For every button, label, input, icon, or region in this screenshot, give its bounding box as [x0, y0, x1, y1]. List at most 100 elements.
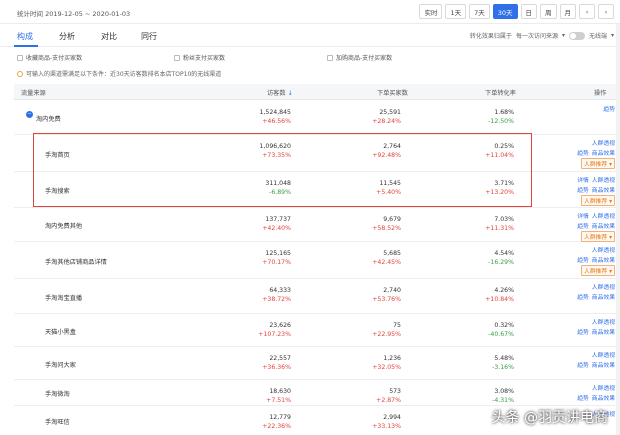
- crowd-recommend-button[interactable]: 人群推荐 ▾: [581, 195, 615, 206]
- action-link[interactable]: 趋势: [577, 393, 589, 402]
- action-link[interactable]: 趋势: [577, 292, 589, 301]
- sort-down-icon[interactable]: ↓: [288, 90, 293, 97]
- row-actions: 人群透视 趋势 商品效果: [577, 383, 615, 402]
- source-name[interactable]: 淘内免费其他: [45, 221, 82, 230]
- info-icon: [17, 70, 23, 77]
- action-link[interactable]: 人群透视: [592, 282, 615, 291]
- source-name[interactable]: 天猫小黑盒: [45, 327, 76, 336]
- wireless-label: 无线端: [588, 33, 607, 40]
- source-name[interactable]: 手淘淘宝直播: [45, 293, 82, 302]
- action-link[interactable]: 趋势: [577, 148, 589, 157]
- source-name[interactable]: 手淘其他店铺商品详情: [45, 257, 107, 266]
- buyers-change: +28.24%: [372, 118, 401, 125]
- wireless-toggle[interactable]: [568, 31, 585, 40]
- crowd-recommend-label: 人群推荐: [584, 235, 608, 241]
- checkbox-fav-buyers[interactable]: 收藏商品-支付买家数: [17, 53, 82, 62]
- action-link[interactable]: 趋势: [577, 185, 589, 194]
- tab-2[interactable]: 对比: [101, 31, 117, 42]
- crowd-recommend-button[interactable]: 人群推荐 ▾: [581, 231, 615, 242]
- action-link[interactable]: 详情: [577, 211, 589, 220]
- action-link[interactable]: 商品效果: [592, 221, 615, 230]
- action-link[interactable]: 趋势: [577, 221, 589, 230]
- action-link[interactable]: 趋势: [577, 255, 589, 264]
- top-bar: 统计时间 2019-12-05 ~ 2020-01-03 实时 1天 7天 30天日周…: [0, 0, 620, 24]
- checkbox-icon[interactable]: [174, 54, 180, 61]
- action-link[interactable]: 趋势: [577, 327, 589, 336]
- checkbox-icon[interactable]: [17, 54, 23, 61]
- action-link[interactable]: 商品效果: [592, 327, 615, 336]
- checkbox-fan-buyers[interactable]: 粉丝支付买家数: [174, 53, 225, 62]
- source-name[interactable]: 手淘微淘: [45, 389, 70, 398]
- action-link[interactable]: 人群透视: [592, 245, 615, 254]
- collapse-icon[interactable]: −: [26, 111, 33, 118]
- table-row: 手淘微淘 18,630 +7.51% 573 +2.87% 3.08% -4.31% 人群透视…: [14, 380, 620, 406]
- action-link[interactable]: 商品效果: [592, 393, 615, 402]
- action-link[interactable]: 趋势: [603, 104, 615, 113]
- range-button[interactable]: ‹: [579, 4, 595, 19]
- table-header: 流量来源 访客数 ↓ 下单买家数 下单转化率 操作: [14, 84, 620, 100]
- range-button[interactable]: 周: [540, 4, 557, 19]
- source-name[interactable]: 手淘问大家: [45, 360, 76, 369]
- range-button[interactable]: 30天: [492, 4, 518, 19]
- buyers-value: 5,685: [383, 250, 401, 257]
- range-button[interactable]: 月: [559, 4, 576, 19]
- range-button[interactable]: 7天: [469, 4, 490, 19]
- attribution-label: 转化效果归属于: [469, 33, 512, 40]
- visitors-change: +38.72%: [262, 296, 291, 303]
- chevron-down-icon[interactable]: ▾: [562, 32, 565, 39]
- action-link[interactable]: 人群透视: [592, 383, 615, 392]
- action-link[interactable]: 商品效果: [592, 185, 615, 194]
- rate-value: 4.54%: [494, 250, 514, 257]
- date-range-label: 统计时间 2019-12-05 ~ 2020-01-03: [17, 10, 131, 18]
- action-link[interactable]: 商品效果: [592, 255, 615, 264]
- range-button[interactable]: ›: [598, 4, 614, 19]
- buyers-value: 75: [393, 322, 401, 329]
- action-link[interactable]: 趋势: [577, 360, 589, 369]
- crowd-recommend-button[interactable]: 人群推荐 ▾: [581, 158, 615, 169]
- tab-1[interactable]: 分析: [59, 31, 75, 42]
- checkbox-row: 收藏商品-支付买家数 粉丝支付买家数 加购商品-支付买家数: [0, 48, 620, 66]
- buyers-value: 1,236: [383, 355, 401, 362]
- visitors-value: 137,737: [265, 216, 291, 223]
- row-actions: 人群透视 趋势 商品效果 人群推荐 ▾: [577, 138, 615, 169]
- visitors-value: 12,779: [269, 414, 291, 421]
- buyers-change: +53.76%: [372, 296, 401, 303]
- scrollbar[interactable]: [616, 24, 620, 435]
- range-button[interactable]: 日: [520, 4, 537, 19]
- active-tab-underline: [14, 45, 38, 47]
- action-link[interactable]: 商品效果: [592, 148, 615, 157]
- row-actions: 详情 人群透视 趋势 商品效果 人群推荐 ▾: [577, 175, 615, 206]
- col-buyers[interactable]: 下单买家数: [377, 88, 408, 97]
- col-ops: 操作: [594, 90, 607, 97]
- action-link[interactable]: 详情: [577, 175, 589, 184]
- crowd-recommend-button[interactable]: 人群推荐 ▾: [581, 265, 615, 276]
- checkbox-icon[interactable]: [327, 54, 333, 61]
- buyers-change: +32.05%: [372, 364, 401, 371]
- table-row: 手淘问大家 22,557 +36.36% 1,236 +32.05% 5.48% -3.16…: [14, 347, 620, 380]
- col-rate[interactable]: 下单转化率: [485, 88, 516, 97]
- checkbox-cart-buyers[interactable]: 加购商品-支付买家数: [327, 53, 392, 62]
- tab-0[interactable]: 构成: [17, 31, 33, 42]
- source-name[interactable]: 淘内免费: [36, 114, 61, 123]
- action-link[interactable]: 人群透视: [592, 211, 615, 220]
- source-name[interactable]: 手淘旺信: [45, 417, 70, 426]
- action-link[interactable]: 商品效果: [592, 292, 615, 301]
- row-actions: 人群透视 趋势 商品效果: [577, 282, 615, 301]
- table-row: 天猫小黑盒 23,626 +107.23% 75 +22.95% 0.32% -40.67%…: [14, 314, 620, 347]
- visitors-value: 1,524,845: [259, 109, 292, 116]
- rate-value: 0.32%: [494, 322, 514, 329]
- table-row: − 淘内免费 1,524,845 +46.56% 25,591 +28.24% 1.68% -…: [14, 101, 620, 135]
- buyers-change: +33.13%: [372, 423, 401, 430]
- action-link[interactable]: 人群透视: [592, 317, 615, 326]
- action-link[interactable]: 商品效果: [592, 360, 615, 369]
- action-link[interactable]: 人群透视: [592, 138, 615, 147]
- col-visitors[interactable]: 访客数 ↓: [267, 88, 293, 97]
- tab-3[interactable]: 同行: [141, 31, 157, 42]
- action-link[interactable]: 人群透视: [592, 350, 615, 359]
- range-button[interactable]: 1天: [445, 4, 467, 19]
- attribution-select[interactable]: 每一次访问来源: [516, 31, 558, 40]
- range-button[interactable]: 实时: [419, 4, 443, 19]
- tools-bar: 转化效果归属于 每一次访问来源 ▾ 无线端 ▾: [470, 31, 614, 40]
- action-link[interactable]: 人群透视: [592, 175, 615, 184]
- chevron-down-icon[interactable]: ▾: [611, 32, 614, 39]
